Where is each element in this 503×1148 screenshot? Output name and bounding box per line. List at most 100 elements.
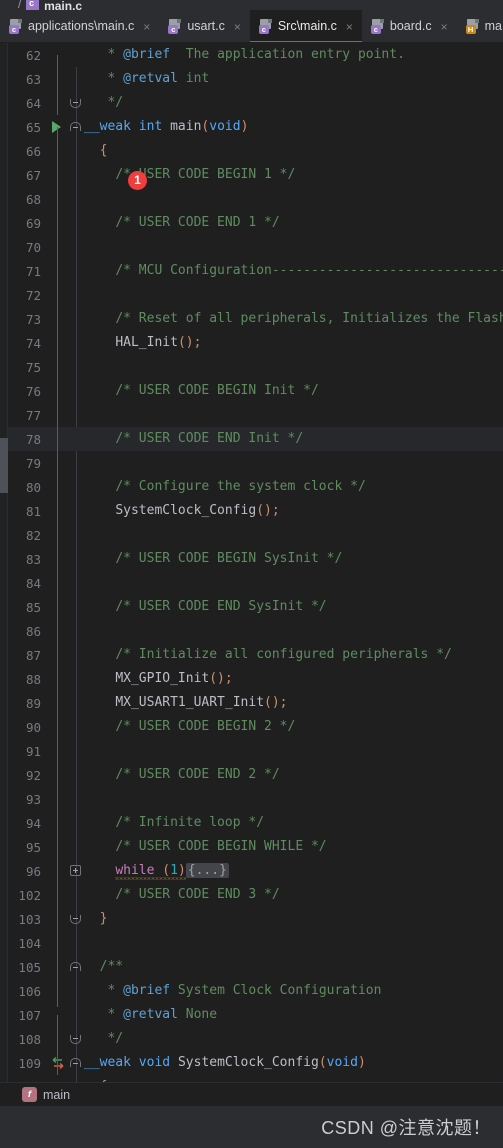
code-text[interactable]: /* USER CODE END 2 */ (84, 763, 503, 787)
gutter-icon-slot[interactable] (48, 403, 68, 427)
gutter-icon-slot[interactable] (48, 1051, 68, 1075)
code-text[interactable]: /* USER CODE END 1 */ (84, 211, 503, 235)
fold-marker-slot[interactable] (68, 739, 84, 763)
code-line[interactable]: 70 (8, 235, 503, 259)
code-line[interactable]: 104 (8, 931, 503, 955)
gutter-icon-slot[interactable] (48, 595, 68, 619)
close-icon[interactable]: × (232, 21, 243, 33)
code-line[interactable]: 108 */ (8, 1027, 503, 1051)
fold-marker-slot[interactable] (68, 1003, 84, 1027)
fold-marker-slot[interactable] (68, 1051, 84, 1075)
fold-marker-slot[interactable] (68, 931, 84, 955)
fold-marker-slot[interactable] (68, 643, 84, 667)
fold-expand-icon[interactable] (70, 865, 81, 876)
fold-collapse-icon[interactable] (70, 1058, 81, 1067)
fold-marker-slot[interactable] (68, 67, 84, 91)
gutter-icon-slot[interactable] (48, 979, 68, 1003)
code-text[interactable]: /** (84, 955, 503, 979)
gutter-icon-slot[interactable] (48, 427, 68, 451)
gutter-icon-slot[interactable] (48, 643, 68, 667)
code-text[interactable]: /* USER CODE BEGIN 2 */ (84, 715, 503, 739)
editor-tab[interactable]: c Src\main.c × (249, 10, 362, 42)
fold-marker-slot[interactable] (68, 499, 84, 523)
code-line[interactable]: 90 /* USER CODE BEGIN 2 */ (8, 715, 503, 739)
fold-marker-slot[interactable] (68, 667, 84, 691)
code-line[interactable]: 66 { (8, 139, 503, 163)
code-text[interactable]: */ (84, 1027, 503, 1051)
fold-marker-slot[interactable] (68, 355, 84, 379)
code-text[interactable]: /* MCU Configuration--------------------… (84, 259, 503, 283)
code-text[interactable]: * @retval int (84, 67, 503, 91)
code-text[interactable]: /* USER CODE END Init */ (84, 427, 503, 451)
gutter-icon-slot[interactable] (48, 163, 68, 187)
gutter-icon-slot[interactable] (48, 955, 68, 979)
editor-tab[interactable]: Hma (457, 10, 503, 42)
editor-tab[interactable]: c usart.c × (159, 10, 250, 42)
code-line[interactable]: 109 __weak void SystemClock_Config(void) (8, 1051, 503, 1075)
code-text[interactable]: } (84, 907, 503, 931)
code-line[interactable]: 86 (8, 619, 503, 643)
code-text[interactable]: SystemClock_Config(); (84, 499, 503, 523)
gutter-icon-slot[interactable] (48, 739, 68, 763)
code-line[interactable]: 95 /* USER CODE BEGIN WHILE */ (8, 835, 503, 859)
code-text[interactable]: * @retval None (84, 1003, 503, 1027)
code-text[interactable]: */ (84, 91, 503, 115)
code-text[interactable]: /* USER CODE BEGIN 1 */ (84, 163, 503, 187)
fold-collapse-end-icon[interactable] (70, 99, 81, 108)
fold-marker-slot[interactable] (68, 331, 84, 355)
fold-marker-slot[interactable] (68, 883, 84, 907)
gutter-icon-slot[interactable] (48, 187, 68, 211)
gutter-icon-slot[interactable] (48, 451, 68, 475)
fold-marker-slot[interactable] (68, 715, 84, 739)
gutter-icon-slot[interactable] (48, 787, 68, 811)
override-arrows-icon[interactable] (51, 1056, 65, 1070)
code-line[interactable]: 75 (8, 355, 503, 379)
code-text[interactable]: { (84, 139, 503, 163)
top-breadcrumb[interactable]: / main.c (0, 0, 503, 10)
code-line[interactable]: 102 /* USER CODE END 3 */ (8, 883, 503, 907)
code-line[interactable]: 80 /* Configure the system clock */ (8, 475, 503, 499)
fold-marker-slot[interactable] (68, 595, 84, 619)
gutter-icon-slot[interactable] (48, 475, 68, 499)
fold-collapse-icon[interactable] (70, 962, 81, 971)
code-line[interactable]: 64 */ (8, 91, 503, 115)
gutter-icon-slot[interactable] (48, 811, 68, 835)
fold-marker-slot[interactable] (68, 451, 84, 475)
code-line[interactable]: 89 MX_USART1_UART_Init(); (8, 691, 503, 715)
code-text[interactable]: /* USER CODE BEGIN WHILE */ (84, 835, 503, 859)
gutter-icon-slot[interactable] (48, 115, 68, 139)
editor-scrollbar[interactable] (0, 43, 8, 1106)
code-lines[interactable]: 62 * @brief The application entry point.… (8, 43, 503, 1106)
code-text[interactable]: /* Initialize all configured peripherals… (84, 643, 503, 667)
gutter-icon-slot[interactable] (48, 43, 68, 67)
gutter-icon-slot[interactable] (48, 499, 68, 523)
fold-marker-slot[interactable] (68, 787, 84, 811)
fold-marker-slot[interactable] (68, 619, 84, 643)
fold-collapse-icon[interactable] (70, 122, 81, 131)
fold-marker-slot[interactable] (68, 547, 84, 571)
code-line[interactable]: 62 * @brief The application entry point. (8, 43, 503, 67)
code-line[interactable]: 71 /* MCU Configuration-----------------… (8, 259, 503, 283)
code-line[interactable]: 105 /** (8, 955, 503, 979)
fold-marker-slot[interactable] (68, 979, 84, 1003)
gutter-icon-slot[interactable] (48, 523, 68, 547)
fold-marker-slot[interactable] (68, 91, 84, 115)
fold-marker-slot[interactable] (68, 259, 84, 283)
gutter-icon-slot[interactable] (48, 331, 68, 355)
gutter-icon-slot[interactable] (48, 67, 68, 91)
code-text[interactable]: /* USER CODE BEGIN Init */ (84, 379, 503, 403)
gutter-icon-slot[interactable] (48, 355, 68, 379)
fold-marker-slot[interactable] (68, 379, 84, 403)
code-line[interactable]: 81 SystemClock_Config(); (8, 499, 503, 523)
gutter-icon-slot[interactable] (48, 1027, 68, 1051)
code-line[interactable]: 72 (8, 283, 503, 307)
fold-marker-slot[interactable] (68, 859, 84, 883)
code-line[interactable]: 67 /* USER CODE BEGIN 1 */ (8, 163, 503, 187)
code-line[interactable]: 63 * @retval int (8, 67, 503, 91)
gutter-icon-slot[interactable] (48, 91, 68, 115)
code-line[interactable]: 65 __weak int main(void) (8, 115, 503, 139)
code-text[interactable]: /* Reset of all peripherals, Initializes… (84, 307, 503, 331)
code-text[interactable]: __weak void SystemClock_Config(void) (84, 1051, 503, 1075)
gutter-icon-slot[interactable] (48, 619, 68, 643)
code-text[interactable]: /* Configure the system clock */ (84, 475, 503, 499)
